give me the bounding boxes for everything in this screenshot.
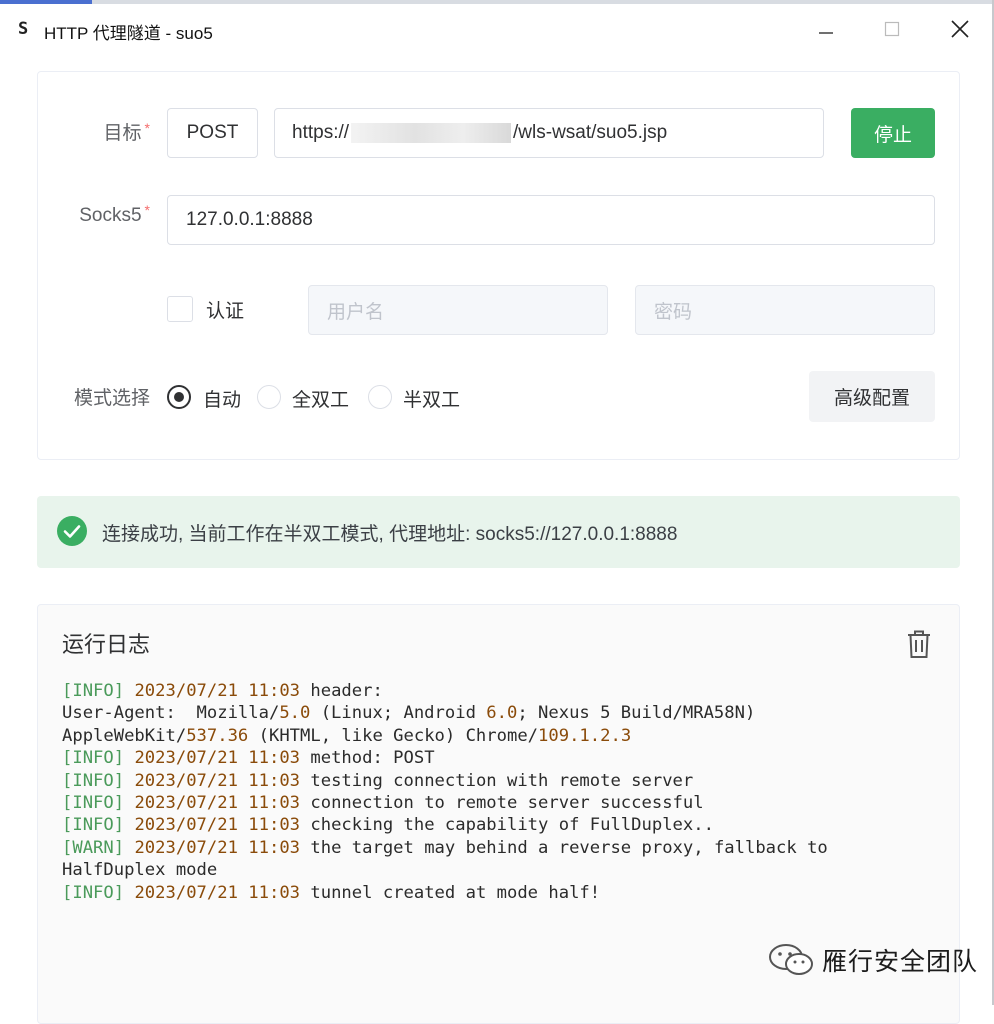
username-field[interactable]: 用户名 bbox=[308, 285, 608, 335]
mode-label: 模式选择 bbox=[73, 388, 150, 409]
log-timestamp: 2023/07/21 11:03 bbox=[134, 882, 301, 903]
log-line: AppleWebKit/537.36 (KHTML, like Gecko) C… bbox=[62, 725, 632, 746]
log-title: 运行日志 bbox=[62, 632, 151, 657]
log-line: HalfDuplex mode bbox=[62, 860, 218, 881]
log-line: User-Agent: Mozilla/5.0 (Linux; Android … bbox=[62, 703, 756, 724]
maximize-icon bbox=[884, 21, 900, 37]
log-level: [INFO] bbox=[62, 793, 125, 814]
password-field[interactable]: 密码 bbox=[635, 285, 935, 335]
mode-full-duplex-radio[interactable] bbox=[257, 385, 281, 409]
auth-label[interactable]: 认证 bbox=[206, 296, 244, 323]
alert-message: 连接成功, 当前工作在半双工模式, 代理地址: socks5://127.0.0… bbox=[102, 524, 678, 545]
log-level: [INFO] bbox=[62, 815, 125, 836]
wechat-icon bbox=[769, 944, 813, 975]
mode-auto-label[interactable]: 自动 bbox=[203, 385, 241, 412]
mode-full-duplex-label[interactable]: 全双工 bbox=[292, 385, 349, 412]
watermark: 雁行安全团队 bbox=[768, 942, 978, 978]
stop-button[interactable]: 停止 bbox=[851, 108, 935, 158]
log-line: [INFO] 2023/07/21 11:03 connection to re… bbox=[62, 793, 704, 814]
mode-half-duplex-label[interactable]: 半双工 bbox=[403, 385, 460, 412]
log-level: [INFO] bbox=[62, 882, 125, 903]
app-logo-icon: S bbox=[18, 19, 29, 39]
log-timestamp: 2023/07/21 11:03 bbox=[134, 681, 301, 701]
required-mark: * bbox=[144, 202, 150, 218]
url-suffix: /wls-wsat/suo5.jsp bbox=[513, 122, 668, 143]
socks5-label: Socks5 * bbox=[40, 202, 150, 227]
trash-icon[interactable] bbox=[906, 629, 932, 659]
url-input[interactable]: https:// /wls-wsat/suo5.jsp bbox=[274, 108, 824, 158]
auth-checkbox[interactable] bbox=[167, 296, 193, 322]
advanced-config-button[interactable]: 高级配置 bbox=[809, 371, 935, 422]
log-timestamp: 2023/07/21 11:03 bbox=[134, 748, 301, 769]
close-button[interactable] bbox=[938, 12, 982, 46]
socks5-input[interactable]: 127.0.0.1:8888 bbox=[167, 195, 935, 245]
log-timestamp: 2023/07/21 11:03 bbox=[134, 815, 301, 836]
log-line: [INFO] 2023/07/21 11:03 testing connecti… bbox=[62, 770, 694, 791]
socks5-label-text: Socks5 bbox=[79, 205, 142, 226]
log-line: [INFO] 2023/07/21 11:03 method: POST bbox=[62, 748, 435, 769]
log-level: [INFO] bbox=[62, 770, 125, 791]
target-label: 目标 * bbox=[60, 118, 150, 145]
log-line: [WARN] 2023/07/21 11:03 the target may b… bbox=[62, 837, 828, 858]
target-label-text: 目标 bbox=[103, 123, 142, 144]
log-level: [WARN] bbox=[62, 837, 125, 858]
socks5-value: 127.0.0.1:8888 bbox=[186, 209, 313, 230]
minimize-button[interactable] bbox=[804, 12, 848, 46]
success-alert: 连接成功, 当前工作在半双工模式, 代理地址: socks5://127.0.0… bbox=[37, 496, 960, 568]
log-line: [INFO] 2023/07/21 11:03 tunnel created a… bbox=[62, 882, 601, 903]
window-title: HTTP 代理隧道 - suo5 bbox=[44, 24, 213, 43]
title-bar[interactable]: S HTTP 代理隧道 - suo5 bbox=[0, 4, 992, 54]
success-check-icon bbox=[57, 516, 87, 546]
log-level: [INFO] bbox=[62, 748, 125, 769]
log-line: [INFO] 2023/07/21 11:03 header: bbox=[62, 681, 383, 701]
close-icon bbox=[951, 20, 969, 38]
log-line: [INFO] 2023/07/21 11:03 checking the cap… bbox=[62, 815, 714, 836]
log-timestamp: 2023/07/21 11:03 bbox=[134, 837, 301, 858]
mode-auto-radio[interactable] bbox=[167, 385, 191, 409]
method-select[interactable]: POST bbox=[167, 108, 258, 158]
watermark-text: 雁行安全团队 bbox=[822, 948, 979, 976]
minimize-icon bbox=[819, 32, 833, 34]
log-timestamp: 2023/07/21 11:03 bbox=[134, 793, 301, 814]
password-placeholder: 密码 bbox=[654, 301, 693, 323]
method-value: POST bbox=[186, 122, 239, 143]
mode-half-duplex-radio[interactable] bbox=[368, 385, 392, 409]
redacted-host bbox=[351, 123, 512, 143]
log-timestamp: 2023/07/21 11:03 bbox=[134, 770, 301, 791]
username-placeholder: 用户名 bbox=[327, 301, 385, 323]
required-mark: * bbox=[144, 120, 150, 136]
url-prefix: https:// bbox=[292, 122, 350, 143]
maximize-button[interactable] bbox=[870, 12, 914, 46]
log-output: [INFO] 2023/07/21 11:03 header: User-Age… bbox=[62, 680, 828, 904]
log-level: [INFO] bbox=[62, 681, 125, 701]
